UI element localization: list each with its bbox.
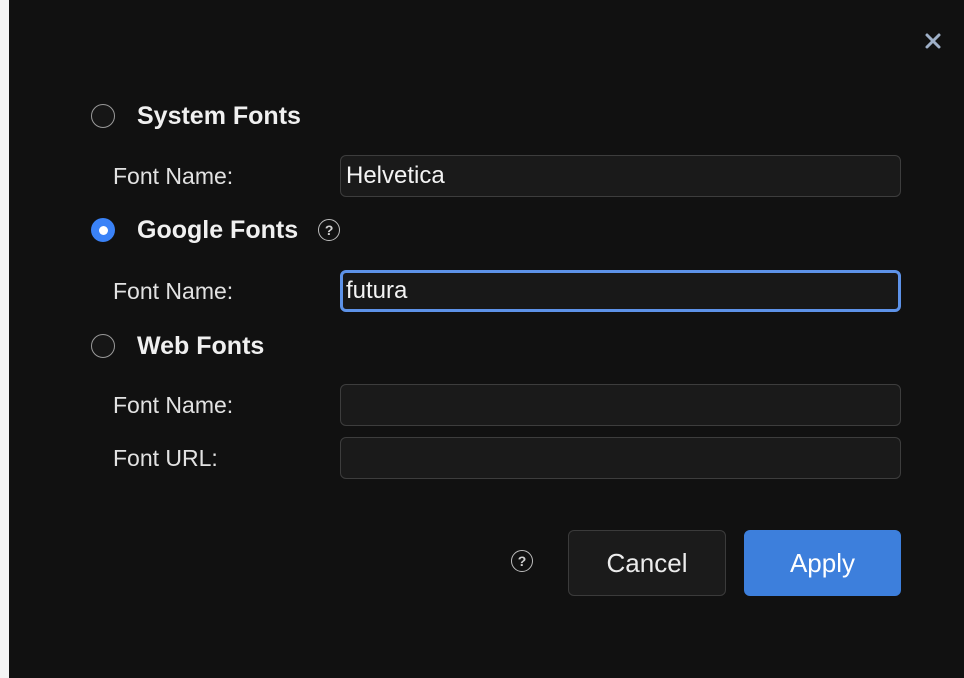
close-icon: [925, 33, 941, 49]
google-font-name-input[interactable]: [340, 270, 901, 312]
web-font-name-input[interactable]: [340, 384, 901, 426]
system-fonts-radio[interactable]: [91, 104, 115, 128]
font-settings-dialog: System Fonts Font Name: Google Fonts ? F…: [9, 0, 964, 678]
web-fonts-radio[interactable]: [91, 334, 115, 358]
system-font-name-input[interactable]: [340, 155, 901, 197]
apply-button[interactable]: Apply: [744, 530, 901, 596]
web-fonts-label: Web Fonts: [137, 331, 265, 360]
web-fonts-option[interactable]: Web Fonts: [91, 331, 264, 361]
question-circle-icon[interactable]: ?: [511, 550, 533, 572]
web-font-url-input[interactable]: [340, 437, 901, 479]
web-font-url-label: Font URL:: [113, 445, 218, 471]
google-fonts-radio[interactable]: [91, 218, 115, 242]
google-fonts-label: Google Fonts: [137, 215, 299, 244]
system-fonts-option[interactable]: System Fonts: [91, 101, 301, 131]
question-circle-icon[interactable]: ?: [318, 219, 341, 241]
web-font-name-label: Font Name:: [113, 392, 234, 418]
google-fonts-option[interactable]: Google Fonts ?: [91, 215, 341, 245]
system-fonts-label: System Fonts: [137, 101, 301, 130]
system-font-name-label: Font Name:: [113, 163, 234, 189]
google-font-name-label: Font Name:: [113, 278, 234, 304]
radio-selected-dot: [98, 225, 108, 235]
cancel-button[interactable]: Cancel: [568, 530, 726, 596]
close-button[interactable]: [922, 30, 944, 52]
